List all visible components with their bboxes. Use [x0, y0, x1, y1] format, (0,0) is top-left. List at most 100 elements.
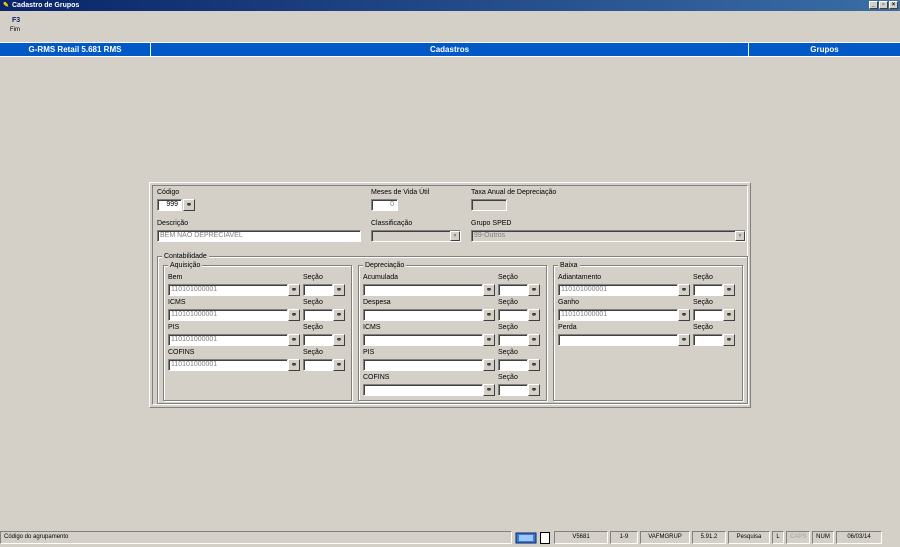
binoculars-icon: ⚭: [680, 335, 688, 344]
secao-field[interactable]: [693, 334, 723, 346]
secao-lookup-button[interactable]: ⚭: [333, 284, 345, 296]
status-program: VAFMGRUP: [640, 531, 690, 544]
secao-field[interactable]: [498, 384, 528, 396]
secao-field[interactable]: [303, 334, 333, 346]
account-field[interactable]: [558, 334, 678, 346]
account-lookup-button[interactable]: ⚭: [288, 284, 300, 296]
account-lookup-button[interactable]: ⚭: [288, 309, 300, 321]
binoculars-icon: ⚭: [335, 285, 343, 294]
aquisicao-group: Aquisição Bem Seção 110101000001 ⚭ ⚭ ICMS Seçã…: [163, 261, 352, 401]
secao-lookup-button[interactable]: ⚭: [333, 309, 345, 321]
secao-field[interactable]: [498, 334, 528, 346]
secao-lookup-button[interactable]: ⚭: [723, 309, 735, 321]
account-field[interactable]: [363, 384, 483, 396]
secao-lookup-button[interactable]: ⚭: [723, 334, 735, 346]
account-lookup-button[interactable]: ⚭: [678, 284, 690, 296]
account-lookup-button[interactable]: ⚭: [483, 384, 495, 396]
chevron-down-icon[interactable]: ▼: [450, 231, 460, 241]
account-field[interactable]: 110101000001: [168, 334, 288, 346]
account-field[interactable]: 110101000001: [558, 284, 678, 296]
secao-field[interactable]: [693, 309, 723, 321]
grupo-sped-select[interactable]: 99-Outros ▼: [471, 230, 746, 242]
network-icon: [514, 532, 538, 544]
secao-lookup-button[interactable]: ⚭: [333, 334, 345, 346]
maximize-button[interactable]: ▫: [879, 1, 888, 9]
secao-lookup-button[interactable]: ⚭: [723, 284, 735, 296]
secao-field[interactable]: [498, 309, 528, 321]
account-label: ICMS: [363, 324, 381, 331]
account-lookup-button[interactable]: ⚭: [483, 359, 495, 371]
binoculars-icon: ⚭: [680, 310, 688, 319]
account-label: PIS: [363, 349, 375, 356]
status-l: L: [772, 531, 784, 544]
binoculars-icon: ⚭: [680, 285, 688, 294]
secao-lookup-button[interactable]: ⚭: [528, 309, 540, 321]
secao-field[interactable]: [303, 359, 333, 371]
codigo-label: Código: [157, 189, 180, 196]
account-field[interactable]: [363, 359, 483, 371]
secao-field[interactable]: [498, 284, 528, 296]
account-field[interactable]: 110101000001: [168, 309, 288, 321]
account-label: COFINS: [168, 349, 195, 356]
account-lookup-button[interactable]: ⚭: [678, 334, 690, 346]
header-bar: G-RMS Retail 5.681 RMS Cadastros Grupos: [0, 42, 900, 57]
account-lookup-button[interactable]: ⚭: [288, 359, 300, 371]
chevron-down-icon[interactable]: ▼: [735, 231, 745, 241]
binoculars-icon: ⚭: [485, 310, 493, 319]
codigo-field[interactable]: 999: [157, 199, 182, 211]
account-field[interactable]: 110101000001: [168, 359, 288, 371]
secao-lookup-button[interactable]: ⚭: [528, 284, 540, 296]
binoculars-icon: ⚭: [530, 285, 538, 294]
classificacao-select[interactable]: ▼: [371, 230, 461, 242]
minimize-button[interactable]: _: [869, 1, 878, 9]
classificacao-label: Classificação: [371, 220, 413, 227]
account-field[interactable]: [363, 334, 483, 346]
secao-lookup-button[interactable]: ⚭: [528, 359, 540, 371]
binoculars-icon: ⚭: [530, 360, 538, 369]
meses-field[interactable]: 0: [371, 199, 398, 211]
secao-label: Seção: [498, 349, 518, 356]
account-lookup-button[interactable]: ⚭: [483, 284, 495, 296]
secao-label: Seção: [498, 374, 518, 381]
depreciacao-title: Depreciação: [363, 261, 407, 270]
status-date: 06/03/14: [836, 531, 882, 544]
binoculars-icon: ⚭: [290, 360, 298, 369]
account-label: Acumulada: [363, 274, 399, 281]
contabilidade-group: Contabilidade Aquisição Bem Seção 11010100…: [157, 252, 748, 404]
main-form: Código 999 ⚭ Meses de Vida Útil 0 Taxa A…: [149, 182, 751, 408]
account-lookup-button[interactable]: ⚭: [288, 334, 300, 346]
status-num: NUM: [812, 531, 834, 544]
secao-field[interactable]: [498, 359, 528, 371]
secao-lookup-button[interactable]: ⚭: [528, 334, 540, 346]
account-field[interactable]: [363, 284, 483, 296]
baixa-title: Baixa: [558, 261, 580, 270]
account-label: PIS: [168, 324, 180, 331]
close-button[interactable]: ×: [889, 1, 898, 9]
secao-lookup-button[interactable]: ⚭: [333, 359, 345, 371]
shortcut-label: Fim: [10, 27, 20, 33]
account-lookup-button[interactable]: ⚭: [678, 309, 690, 321]
binoculars-icon: ⚭: [485, 335, 493, 344]
descricao-field[interactable]: BEM NAO DEPRECIAVEL: [157, 230, 361, 242]
binoculars-icon: ⚭: [725, 310, 733, 319]
secao-label: Seção: [693, 324, 713, 331]
secao-field[interactable]: [303, 309, 333, 321]
taxa-field[interactable]: [471, 199, 507, 211]
account-field[interactable]: [363, 309, 483, 321]
secao-label: Seção: [303, 349, 323, 356]
secao-label: Seção: [693, 274, 713, 281]
codigo-lookup-button[interactable]: ⚭: [183, 199, 195, 211]
binoculars-icon: ⚭: [290, 335, 298, 344]
shortcut-f3[interactable]: F3 Fim: [10, 17, 30, 33]
document-icon: [540, 531, 550, 544]
account-lookup-button[interactable]: ⚭: [483, 334, 495, 346]
secao-field[interactable]: [693, 284, 723, 296]
taxa-label: Taxa Anual de Depreciação: [471, 189, 557, 196]
account-lookup-button[interactable]: ⚭: [483, 309, 495, 321]
status-page: 1-9: [610, 531, 638, 544]
secao-field[interactable]: [303, 284, 333, 296]
secao-lookup-button[interactable]: ⚭: [528, 384, 540, 396]
account-field[interactable]: 110101000001: [558, 309, 678, 321]
meses-label: Meses de Vida Útil: [371, 189, 430, 196]
account-field[interactable]: 110101000001: [168, 284, 288, 296]
